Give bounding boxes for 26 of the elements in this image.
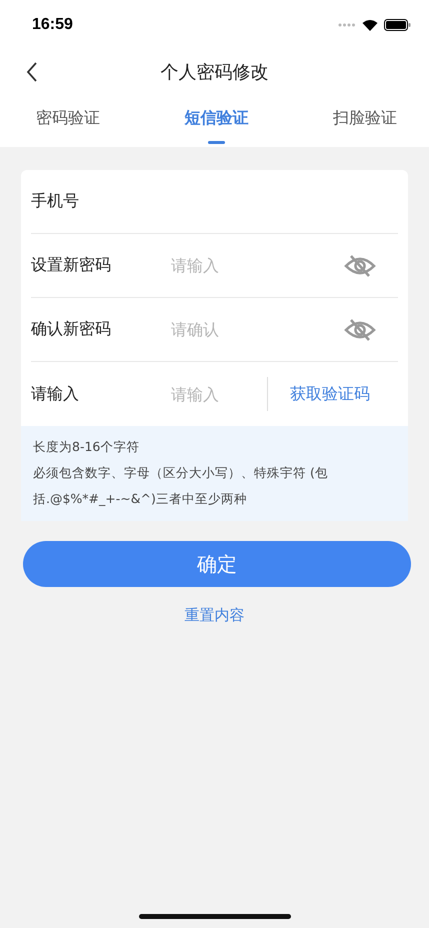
confirm-button[interactable]: 确定 [23,541,411,587]
hint-text: 必须包含数字、字母（区分大小写）、特殊宇符 (包 [33,464,329,482]
input-field[interactable]: 请输入 [169,255,344,276]
visibility-toggle[interactable] [344,254,376,278]
field-label: 确认新密码 [31,319,112,340]
status-time: 16:59 [32,16,73,34]
hint-text: 括.@$%*#_+-~&^)三者中至少两种 [33,490,248,508]
visibility-toggle[interactable] [344,318,376,342]
eye-off-icon [344,318,376,342]
tab[interactable]: 密码验证 [24,94,112,147]
wifi-icon [362,19,378,31]
back-icon [26,62,38,82]
eye-off-icon [344,254,376,278]
reset-link[interactable]: 重置内容 [182,604,246,627]
battery-icon [384,19,411,31]
field-label: 设置新密码 [31,255,112,276]
get-code-button[interactable]: 获取验证码 [290,384,370,404]
hint-text: 长度为8-16个字符 [33,438,140,456]
input-field[interactable]: 请确认 [169,319,344,340]
field-label: 手机号 [31,191,80,212]
tab[interactable]: 短信验证 [172,94,260,147]
signal-icon [338,23,356,27]
tab[interactable]: 扫脸验证 [321,94,409,147]
input-field[interactable]: 请输入 [169,384,267,404]
page-title: 个人密码修改 [160,61,268,84]
field-label: 请输入 [31,384,80,404]
